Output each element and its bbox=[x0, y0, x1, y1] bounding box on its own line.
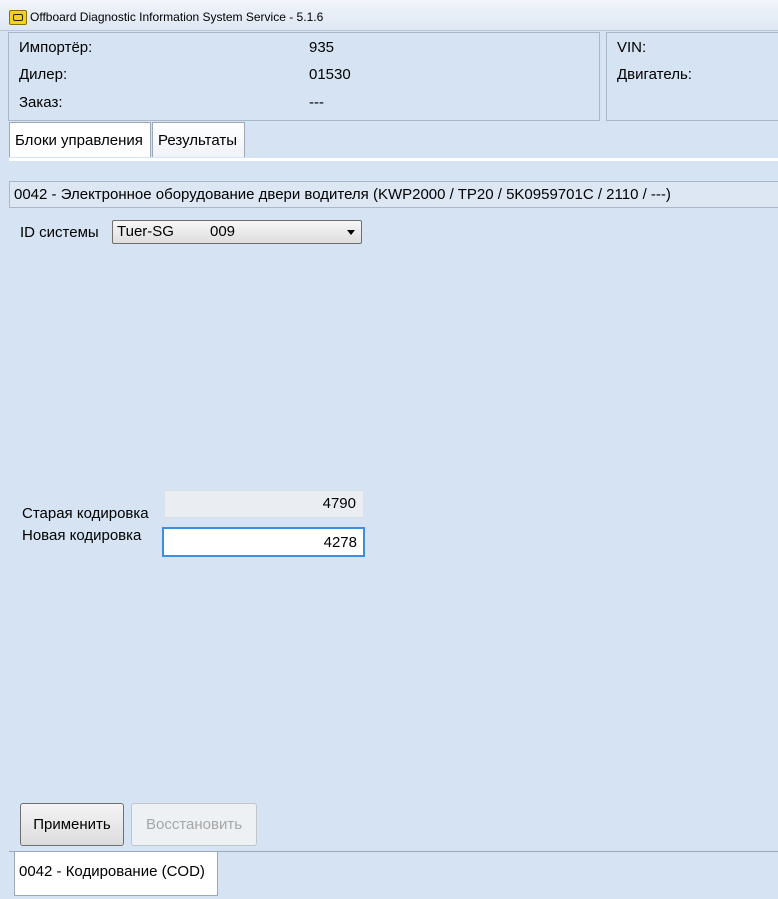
system-id-selected-name: Tuer-SG bbox=[117, 223, 174, 240]
app-logo-icon bbox=[9, 10, 27, 25]
importer-label: Импортёр: bbox=[19, 39, 93, 56]
dealer-value: 01530 bbox=[309, 66, 351, 83]
engine-label: Двигатель: bbox=[617, 66, 692, 83]
new-coding-label: Новая кодировка bbox=[22, 527, 142, 544]
dealer-label: Дилер: bbox=[19, 66, 68, 83]
tab-results[interactable]: Результаты bbox=[152, 122, 245, 157]
new-coding-input[interactable] bbox=[162, 527, 365, 557]
system-id-selected-number: 009 bbox=[210, 223, 236, 240]
vin-label: VIN: bbox=[617, 39, 647, 56]
window-title: Offboard Diagnostic Information System S… bbox=[30, 10, 324, 24]
system-id-label: ID системы bbox=[20, 224, 99, 241]
importer-value: 935 bbox=[309, 39, 335, 56]
system-id-select[interactable]: Tuer-SG 009 bbox=[112, 220, 362, 244]
old-coding-label: Старая кодировка bbox=[22, 505, 149, 522]
title-bar: Offboard Diagnostic Information System S… bbox=[0, 0, 778, 31]
app-window: Offboard Diagnostic Information System S… bbox=[0, 0, 778, 899]
old-coding-field: 4790 bbox=[164, 490, 364, 518]
module-header: 0042 - Электронное оборудование двери во… bbox=[9, 181, 778, 208]
vehicle-info-panel: Импортёр: 935 Дилер: 01530 Заказ: --- bbox=[8, 32, 600, 121]
chevron-down-icon bbox=[347, 230, 355, 235]
order-label: Заказ: bbox=[19, 94, 63, 111]
main-tabs: Блоки управления Результаты bbox=[0, 121, 778, 161]
order-value: --- bbox=[309, 94, 324, 111]
tab-control-units[interactable]: Блоки управления bbox=[9, 122, 151, 157]
restore-button[interactable]: Восстановить bbox=[131, 803, 257, 846]
vin-info-panel: VIN: Двигатель: bbox=[606, 32, 778, 121]
tab-coding-function[interactable]: 0042 - Кодирование (COD) bbox=[14, 852, 218, 896]
apply-button[interactable]: Применить bbox=[20, 803, 124, 846]
